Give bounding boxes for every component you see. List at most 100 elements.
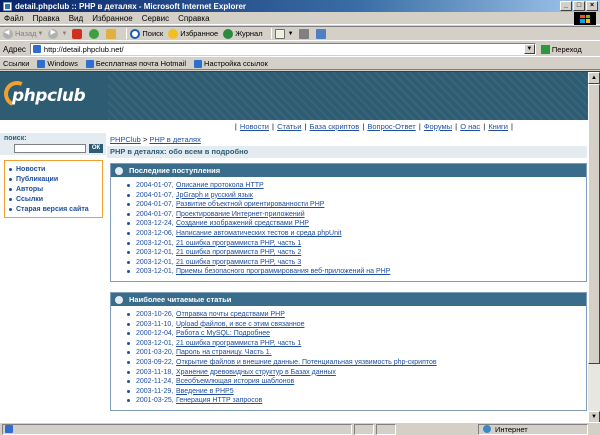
minimize-button[interactable]: _ — [560, 1, 572, 11]
print-button[interactable] — [298, 28, 311, 39]
article-title-link[interactable]: Хранение древовидных структур в Базах да… — [176, 368, 336, 378]
article-title-link[interactable]: Работа с MySQL: Подробнее — [176, 329, 270, 339]
article-title-link[interactable]: Создание изображений средствами PHP — [176, 219, 309, 229]
address-dropdown-button[interactable]: ▼ — [523, 44, 535, 54]
breadcrumb-home[interactable]: PHPClub — [110, 135, 141, 144]
article-date: 2002-11-24, — [136, 378, 174, 386]
history-button[interactable]: Журнал — [223, 28, 263, 39]
nav-books[interactable]: Книги — [488, 122, 508, 131]
windows-logo-icon — [574, 12, 596, 25]
nav-forums[interactable]: Форумы — [424, 122, 452, 131]
article-list-item[interactable]: 2003-12-01, 21 ошибка программиста PHP, ч… — [127, 258, 586, 268]
article-title-link[interactable]: 21 ошибка программиста PHP, часть 3 — [176, 258, 301, 268]
article-list-item[interactable]: 2003-12-24, Создание изображений средства… — [127, 219, 586, 229]
nav-about[interactable]: О нас — [460, 122, 480, 131]
article-list-item[interactable]: 2003-12-06, Написание автоматических тест… — [127, 229, 586, 239]
article-list-item[interactable]: 2001-03-25, Генерация HTTP запросов — [127, 396, 586, 406]
favorites-button[interactable]: Избранное — [168, 28, 218, 39]
article-title-link[interactable]: Написание автоматических тестов и среда … — [176, 229, 342, 239]
scroll-thumb[interactable] — [588, 84, 600, 364]
link-hotmail[interactable]: Бесплатная почта Hotmail — [85, 59, 186, 68]
nav-faq[interactable]: Вопрос-Ответ — [367, 122, 415, 131]
article-list-item[interactable]: 2001-03-20, Пароль на страницу. Часть 1. — [127, 348, 586, 358]
bullet-icon — [9, 187, 12, 191]
article-list-item[interactable]: 2004-01-07, Проектирование Интернет-прило… — [127, 210, 586, 220]
article-title-link[interactable]: Развитие объектной ориентированности PHP — [176, 200, 324, 210]
article-title-link[interactable]: Пароль на страницу. Часть 1. — [176, 348, 272, 358]
article-title-link[interactable]: Приемы безопасного программирования веб-… — [176, 267, 390, 277]
article-list-item[interactable]: 2003-12-01, 21 ошибка программиста PHP, ч… — [127, 339, 586, 349]
article-title-link[interactable]: Введение в PHP5 — [176, 387, 234, 397]
site-logo[interactable]: phpclub — [0, 72, 108, 120]
leftnav-authors[interactable]: Авторы — [7, 184, 100, 194]
article-list-item[interactable]: 2003-11-18, Хранение древовидных структур… — [127, 368, 586, 378]
maximize-button[interactable]: □ — [573, 1, 585, 11]
article-date: 2003-12-01, — [136, 239, 174, 247]
address-input[interactable]: http://detail.phpclub.net/ ▼ — [29, 43, 536, 55]
refresh-button[interactable] — [89, 28, 101, 39]
nav-articles[interactable]: Статьи — [277, 122, 301, 131]
article-list-item[interactable]: 2004-01-07, Описание протокола HTTP — [127, 181, 586, 191]
article-list-item[interactable]: 2003-12-01, 21 ошибка программиста PHP, ч… — [127, 239, 586, 249]
menu-edit[interactable]: Правка — [33, 14, 60, 23]
leftnav-links[interactable]: Ссылки — [7, 194, 100, 204]
article-list-item[interactable]: 2004-01-07, JpGraph и русский язык — [127, 191, 586, 201]
link-windows[interactable]: Windows — [37, 59, 78, 68]
edit-button[interactable] — [315, 28, 328, 39]
close-button[interactable]: × — [586, 1, 598, 11]
article-list-item[interactable]: 2003-12-01, Приемы безопасного программир… — [127, 267, 586, 277]
security-zone-label: Интернет — [495, 424, 528, 434]
search-button[interactable]: Поиск — [130, 28, 163, 39]
article-list-item[interactable]: 2002-11-24, Всеобъемлющая история шаблоно… — [127, 377, 586, 387]
article-list-item[interactable]: 2003-12-01, 21 ошибка программиста PHP, ч… — [127, 248, 586, 258]
article-title-link[interactable]: 21 ошибка программиста PHP, часть 1 — [176, 239, 301, 249]
article-title-link[interactable]: Генерация HTTP запросов — [176, 396, 262, 406]
mail-button[interactable]: ▼ — [274, 28, 294, 39]
link-customize[interactable]: Настройка ссылок — [194, 59, 268, 68]
back-button[interactable]: Назад▼ — [3, 28, 43, 39]
menu-view[interactable]: Вид — [69, 14, 83, 23]
article-list-item[interactable]: 2004-01-07, Развитие объектной ориентиров… — [127, 200, 586, 210]
article-title-link[interactable]: JpGraph и русский язык — [176, 191, 253, 201]
article-title-link[interactable]: 21 ошибка программиста PHP, часть 2 — [176, 248, 301, 258]
article-title-link[interactable]: Проектирование Интернет-приложений — [176, 210, 305, 220]
vertical-scrollbar[interactable]: ▲ ▼ — [588, 72, 600, 422]
leftnav-label: Ссылки — [16, 195, 44, 203]
home-button[interactable] — [106, 28, 118, 39]
leftnav-news[interactable]: Новости — [7, 164, 100, 174]
leftnav-publications[interactable]: Публикации — [7, 174, 100, 184]
site-search-input[interactable] — [14, 144, 86, 153]
article-list-item[interactable]: 2003-11-10, Upload файлов, и все с этим с… — [127, 320, 586, 330]
bullet-icon — [9, 207, 12, 211]
scroll-up-arrow[interactable]: ▲ — [588, 72, 600, 84]
article-title-link[interactable]: Отправка почты средствами PHP — [176, 310, 285, 320]
nav-scripts[interactable]: База скриптов — [310, 122, 360, 131]
window-title-bar[interactable]: detail.phpclub :: PHP в деталях - Micros… — [0, 0, 600, 12]
article-title-link[interactable]: Всеобъемлющая история шаблонов — [176, 377, 294, 387]
article-list-item[interactable]: 2003-11-29, Введение в PHP5 — [127, 387, 586, 397]
menu-tools[interactable]: Сервис — [142, 14, 169, 23]
leftnav-old-version[interactable]: Старая версия сайта — [7, 204, 100, 214]
menu-file[interactable]: Файл — [4, 14, 24, 23]
article-list-item[interactable]: 2003-09-22, Открытие файлов и внешние дан… — [127, 358, 586, 368]
article-title-link[interactable]: 21 ошибка программиста PHP, часть 1 — [176, 339, 301, 349]
article-list-item[interactable]: 2000-12-04, Работа с MySQL: Подробнее — [127, 329, 586, 339]
stop-button[interactable] — [72, 28, 84, 39]
go-button[interactable]: Переход — [540, 44, 582, 54]
article-title-link[interactable]: Описание протокола HTTP — [176, 181, 264, 191]
site-search-button[interactable]: ОК — [89, 144, 103, 153]
article-title-link[interactable]: Открытие файлов и внешние данные. Потенц… — [176, 358, 437, 368]
links-bar: Ссылки Windows Бесплатная почта Hotmail … — [0, 58, 600, 70]
breadcrumb-current[interactable]: PHP в деталях — [149, 135, 200, 144]
article-title-link[interactable]: Upload файлов, и все с этим связанное — [176, 320, 304, 330]
menu-help[interactable]: Справка — [178, 14, 209, 23]
main-column: PHPClub > PHP в деталях PHP в деталях: о… — [107, 133, 588, 422]
home-icon — [106, 28, 117, 39]
scroll-down-arrow[interactable]: ▼ — [588, 411, 600, 422]
article-date: 2003-10-26, — [136, 311, 174, 318]
article-list-item[interactable]: 2003-10-26, Отправка почты средствами PHP — [127, 310, 586, 320]
nav-news[interactable]: Новости — [240, 122, 269, 131]
menu-favorites[interactable]: Избранное — [92, 14, 133, 23]
bullet-icon — [127, 399, 130, 403]
forward-button[interactable]: ▼ — [48, 28, 67, 39]
